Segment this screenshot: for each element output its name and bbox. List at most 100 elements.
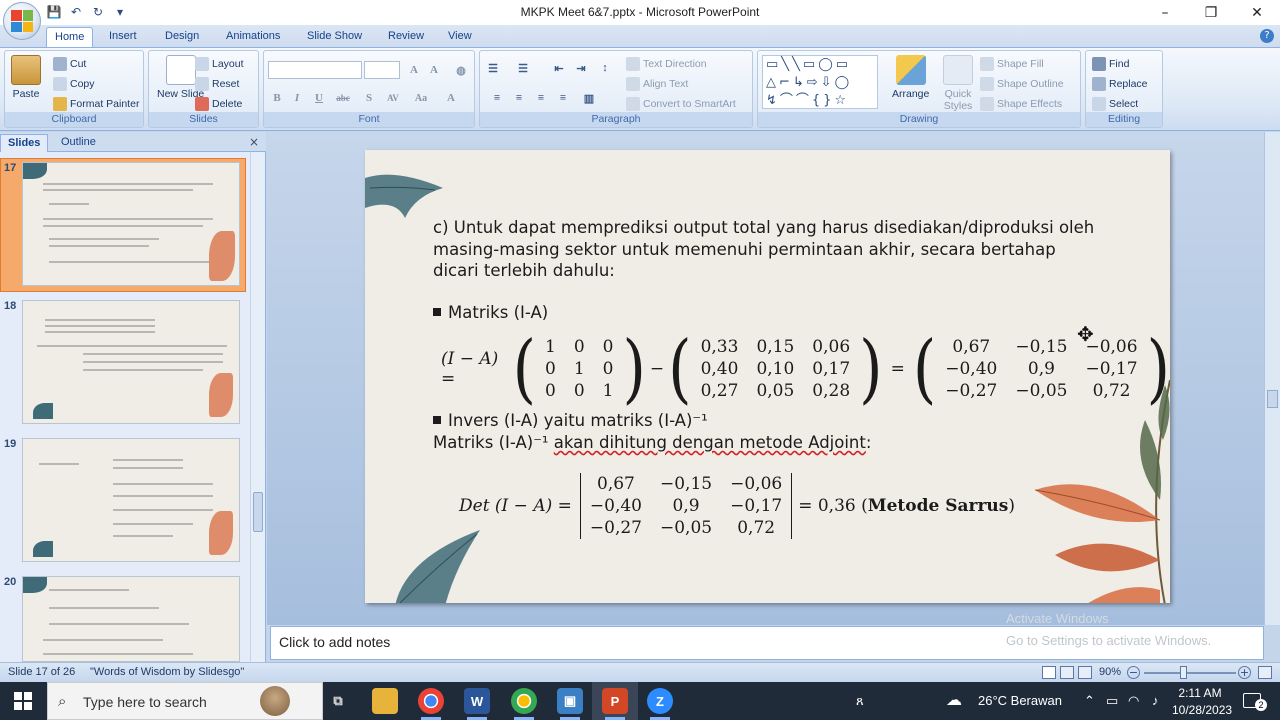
zoom-level[interactable]: 90% [1099, 666, 1121, 678]
office-button[interactable] [3, 2, 41, 40]
tab-animations[interactable]: Animations [218, 27, 288, 47]
matrix-row: −0,40 0,9 −0,17 [580, 495, 791, 517]
slide-show-icon[interactable] [1078, 666, 1092, 679]
align-center-icon[interactable]: ≡ [510, 89, 528, 107]
zoom-slider-thumb[interactable] [1180, 666, 1187, 679]
network-icon[interactable]: ▭ [1106, 693, 1118, 709]
align-text-button[interactable]: Align Text [626, 77, 688, 91]
stage-scrollbar[interactable] [1264, 132, 1280, 625]
tab-home[interactable]: Home [46, 27, 94, 47]
char-spacing-button[interactable]: AV [384, 89, 402, 107]
file-explorer-icon[interactable] [372, 688, 398, 714]
align-right-icon[interactable]: ≡ [532, 89, 550, 107]
zoom-out-icon[interactable]: − [1127, 666, 1140, 679]
slides-panel-scrollbar[interactable] [250, 152, 265, 662]
tab-design[interactable]: Design [157, 27, 207, 47]
fit-slide-icon[interactable] [1258, 666, 1272, 679]
italic-button[interactable]: I [288, 89, 306, 107]
shapes-gallery[interactable]: ▭╲╲▭◯▭ △⌐↳⇨⇩◯ ↯⌒⌒{}☆ [762, 55, 878, 109]
weather-text[interactable]: 26°C Berawan [978, 693, 1062, 708]
slide-canvas[interactable]: c) Untuk dapat memprediksi output total … [365, 150, 1170, 603]
convert-smartart-button[interactable]: Convert to SmartArt [626, 97, 736, 111]
tab-slides[interactable]: Slides [0, 134, 49, 152]
matrix-cell: 0,72 [1092, 381, 1131, 401]
underline-button[interactable]: U [310, 89, 328, 107]
text-direction-button[interactable]: Text Direction [626, 57, 707, 71]
format-painter-button[interactable]: Format Painter [53, 97, 139, 111]
select-button[interactable]: Select [1092, 97, 1138, 111]
word-icon[interactable]: W [464, 688, 490, 714]
tab-outline[interactable]: Outline [54, 134, 103, 152]
taskbar-search[interactable]: ⌕ Type here to search [47, 682, 323, 720]
shape-outline-button[interactable]: Shape Outline [980, 77, 1064, 91]
clock-time[interactable]: 2:11 AM [1178, 686, 1222, 700]
columns-icon[interactable]: ▥ [580, 89, 598, 107]
find-button[interactable]: Find [1092, 57, 1129, 71]
decrease-indent-icon[interactable]: ⇤ [550, 59, 568, 77]
shape-effects-button[interactable]: Shape Effects [980, 97, 1062, 111]
help-icon[interactable]: ? [1260, 29, 1274, 43]
grow-font-icon[interactable]: A [405, 61, 423, 79]
shrink-font-icon[interactable]: A [425, 61, 443, 79]
theme-name[interactable]: "Words of Wisdom by Slidesgo" [90, 666, 244, 678]
close-icon[interactable]: ✕ [1234, 0, 1280, 25]
wifi-icon[interactable]: ◠ [1128, 693, 1139, 709]
justify-icon[interactable]: ≡ [554, 89, 572, 107]
title-bar: 💾 ↶ ↻ ▾ MKPK Meet 6&7.pptx - Microsoft P… [0, 0, 1280, 25]
scrollbar-thumb[interactable] [1267, 390, 1278, 408]
increase-indent-icon[interactable]: ⇥ [572, 59, 590, 77]
close-icon[interactable]: × [249, 135, 259, 149]
replace-button[interactable]: Replace [1092, 77, 1148, 91]
group-editing: Find Replace Select Editing [1085, 50, 1163, 128]
zoom-slider[interactable] [1144, 672, 1236, 674]
shadow-button[interactable]: S [360, 89, 378, 107]
zoom-in-icon[interactable]: + [1238, 666, 1251, 679]
matrix-cell: 1 [602, 381, 614, 401]
people-icon[interactable]: ጸ [856, 693, 864, 709]
shape-fill-button[interactable]: Shape Fill [980, 57, 1044, 71]
task-view-icon[interactable]: ⧉ [325, 688, 351, 714]
layout-button[interactable]: Layout [195, 57, 244, 71]
numbering-icon[interactable]: ☰ [514, 59, 532, 77]
weather-cloud-icon[interactable]: ☁ [946, 690, 962, 710]
strikethrough-button[interactable]: abc [334, 89, 352, 107]
remote-desktop-icon[interactable]: ▣ [557, 688, 583, 714]
zoom-app-icon[interactable]: Z [647, 688, 673, 714]
paste-button[interactable]: Paste [11, 55, 41, 100]
start-button[interactable] [0, 682, 46, 720]
copy-button[interactable]: Copy [53, 77, 95, 91]
tray-chevron-icon[interactable]: ⌃ [1084, 693, 1095, 709]
bold-button[interactable]: B [268, 89, 286, 107]
tab-slide-show[interactable]: Slide Show [299, 27, 370, 47]
line-spacing-icon[interactable]: ↕ [596, 59, 614, 77]
brush-icon [53, 97, 67, 111]
change-case-button[interactable]: Aa [412, 89, 430, 107]
slide-counter: Slide 17 of 26 [8, 666, 76, 678]
arrange-button[interactable]: Arrange [892, 55, 929, 100]
delete-slide-button[interactable]: Delete [195, 97, 242, 111]
tab-review[interactable]: Review [380, 27, 432, 47]
font-family-combo[interactable] [268, 61, 362, 79]
align-left-icon[interactable]: ≡ [488, 89, 506, 107]
cut-button[interactable]: Cut [53, 57, 86, 71]
powerpoint-icon[interactable]: P [602, 688, 628, 714]
tab-insert[interactable]: Insert [101, 27, 145, 47]
minimize-icon[interactable]: – [1142, 0, 1188, 25]
clock-date[interactable]: 10/28/2023 [1172, 703, 1232, 717]
chrome-profile-icon[interactable] [511, 688, 537, 714]
layout-icon [195, 57, 209, 71]
quick-styles-button[interactable]: Quick Styles [938, 55, 978, 112]
volume-icon[interactable]: ♪ [1152, 693, 1159, 708]
normal-view-icon[interactable] [1042, 666, 1056, 679]
font-color-button[interactable]: A [442, 89, 460, 107]
reset-button[interactable]: Reset [195, 77, 239, 91]
window-title: MKPK Meet 6&7.pptx - Microsoft PowerPoin… [520, 5, 760, 19]
scrollbar-thumb[interactable] [253, 492, 263, 532]
clear-format-icon[interactable]: ◍ [452, 61, 470, 79]
restore-icon[interactable]: ❐ [1188, 0, 1234, 25]
font-size-combo[interactable] [364, 61, 400, 79]
slide-sorter-icon[interactable] [1060, 666, 1074, 679]
bullets-icon[interactable]: ☰ [484, 59, 502, 77]
chrome-icon[interactable] [418, 688, 444, 714]
tab-view[interactable]: View [440, 27, 480, 47]
